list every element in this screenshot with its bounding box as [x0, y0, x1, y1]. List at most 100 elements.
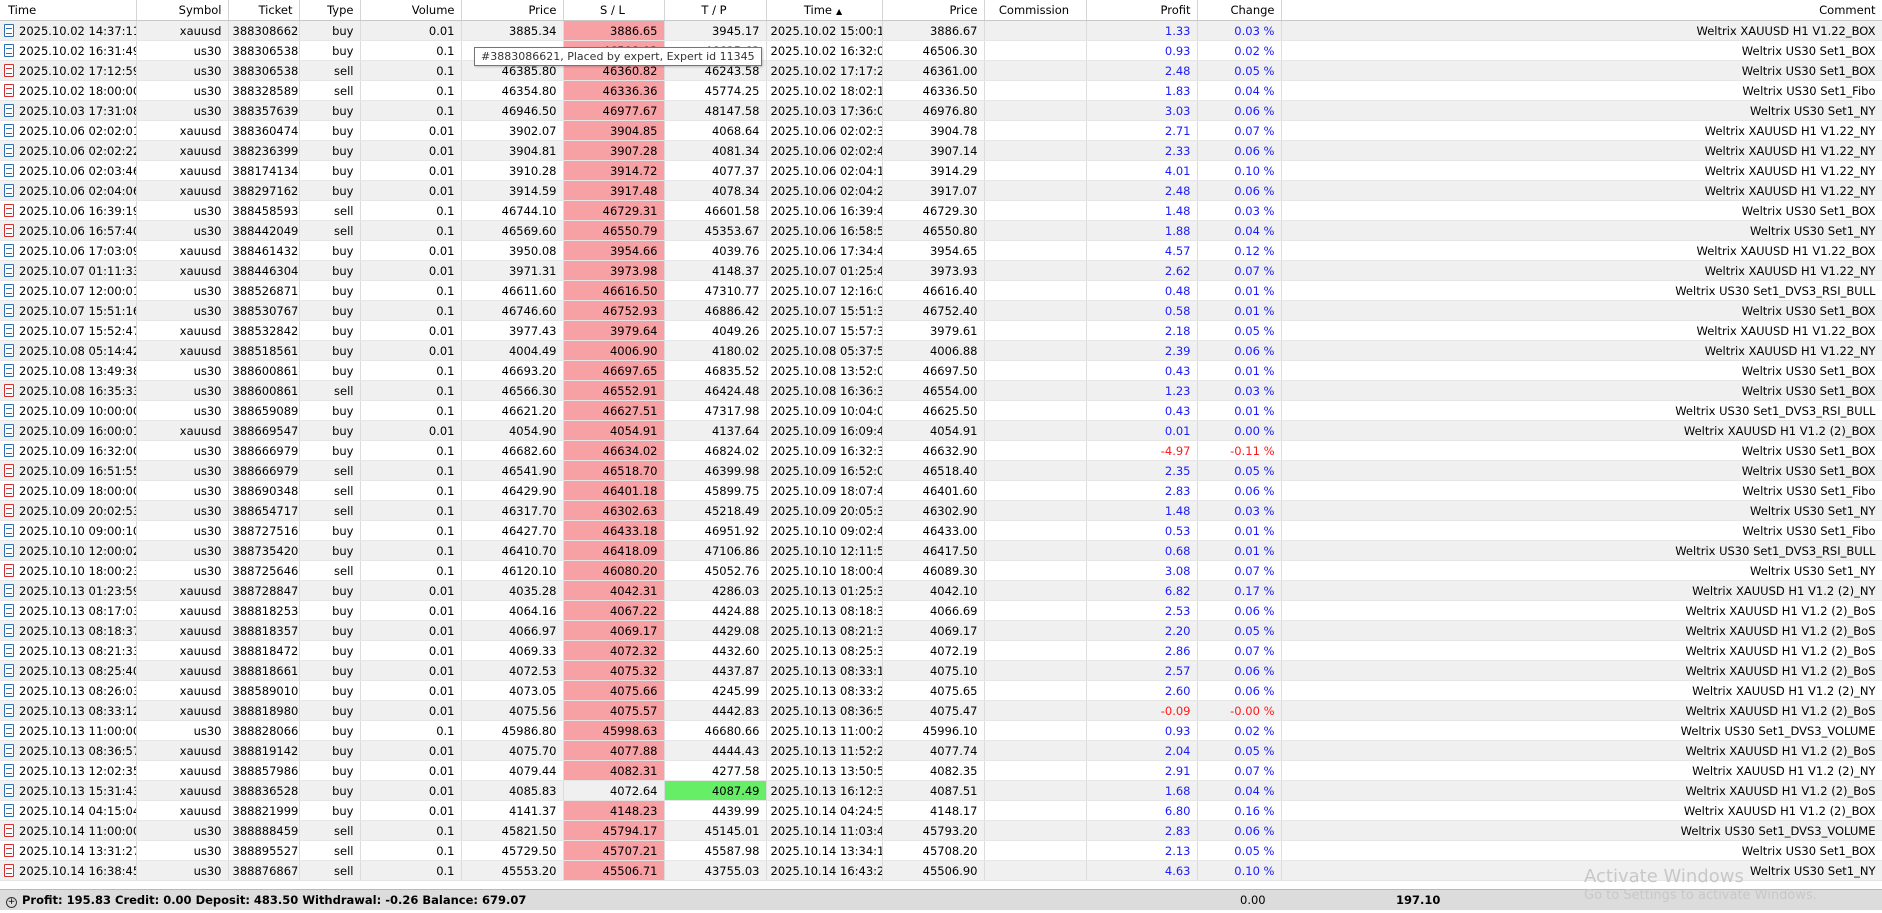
cell-close-price: 46401.60: [882, 480, 985, 501]
table-row[interactable]: 2025.10.13 08:21:33 xauusd 3888184728 buy 0.…: [0, 640, 1882, 661]
cell-stop-loss: 45506.71: [563, 860, 665, 881]
table-row[interactable]: 2025.10.14 04:15:04 xauusd 3888219995 buy 0.…: [0, 800, 1882, 821]
cell-change: 0.00 %: [1197, 420, 1282, 441]
column-header-change[interactable]: Change: [1197, 0, 1282, 21]
buy-deal-icon: [4, 643, 14, 657]
table-row[interactable]: 2025.10.13 08:18:37 xauusd 3888183576 buy 0.…: [0, 620, 1882, 641]
table-row[interactable]: 2025.10.02 17:12:59 us30 3883065385 sell 0.1…: [0, 60, 1882, 81]
table-row[interactable]: 2025.10.07 15:51:16 us30 3885307675 buy 0.1 4…: [0, 300, 1882, 321]
table-row[interactable]: 2025.10.07 15:52:47 xauusd 3885328421 buy 0.…: [0, 320, 1882, 341]
table-row[interactable]: 2025.10.09 10:00:00 us30 3886590897 buy 0.1 4…: [0, 400, 1882, 421]
cell-type: buy: [299, 580, 361, 601]
table-row[interactable]: 2025.10.07 12:00:01 us30 3885268713 buy 0.1 4…: [0, 280, 1882, 301]
table-row[interactable]: 2025.10.02 16:31:49us303883065384buy0.1 4…: [0, 40, 1882, 61]
cell-open-price: 46746.60: [461, 300, 564, 321]
column-header-close-time[interactable]: Time ▲: [766, 0, 883, 21]
cell-open-time: 2025.10.09 10:00:00: [0, 400, 137, 421]
commission-total: 0.00: [1240, 893, 1266, 907]
table-row[interactable]: 2025.10.10 09:00:10 us30 3887275162 buy 0.1 4…: [0, 520, 1882, 541]
cell-symbol: xauusd: [136, 600, 229, 621]
table-row[interactable]: 2025.10.06 16:57:40 us30 3884420497 sell 0.1…: [0, 220, 1882, 241]
column-header-symbol[interactable]: Symbol: [136, 0, 229, 21]
table-row[interactable]: 2025.10.08 13:49:38 us30 3886008614 buy 0.1 4…: [0, 360, 1882, 381]
cell-open-time-text: 2025.10.02 16:31:49: [19, 43, 136, 58]
cell-open-time: 2025.10.10 12:00:02: [0, 540, 137, 561]
table-row[interactable]: 2025.10.09 16:51:55 us30 3886669799 sell 0.1…: [0, 460, 1882, 481]
table-row[interactable]: 2025.10.06 02:02:22 xauusd 3882363998 buy 0.…: [0, 140, 1882, 161]
table-row[interactable]: 2025.10.13 15:31:43 xauusd 3888365282 buy 0.…: [0, 780, 1882, 801]
column-header-price[interactable]: Price: [461, 0, 564, 21]
cell-change: 0.01 %: [1197, 360, 1282, 381]
table-row[interactable]: 2025.10.03 17:31:08 us30 3883576398 buy 0.1 4…: [0, 100, 1882, 121]
table-row[interactable]: 2025.10.06 17:03:09 xauusd 3884614326 buy 0.…: [0, 240, 1882, 261]
column-header-ticket[interactable]: Ticket: [228, 0, 300, 21]
column-header-volume[interactable]: Volume: [360, 0, 462, 21]
cell-commission: [984, 640, 1087, 661]
table-row[interactable]: 2025.10.06 02:04:06 xauusd 3882971625 buy 0.…: [0, 180, 1882, 201]
column-header-type[interactable]: Type: [299, 0, 361, 21]
table-row[interactable]: 2025.10.13 08:25:40 xauusd 3888186616 buy 0.…: [0, 660, 1882, 681]
expand-plus-icon[interactable]: +: [6, 897, 17, 908]
cell-take-profit: 4432.60: [664, 640, 767, 661]
table-row[interactable]: 2025.10.02 14:37:11 xauusd 3883086621 buy 0.…: [0, 20, 1882, 41]
cell-open-time: 2025.10.13 08:21:33: [0, 640, 137, 661]
table-row[interactable]: 2025.10.09 16:00:01 xauusd 3886695473 buy 0.…: [0, 420, 1882, 441]
cell-change: 0.04 %: [1197, 220, 1282, 241]
cell-commission: [984, 340, 1087, 361]
cell-open-price: 45821.50: [461, 820, 564, 841]
column-header-comment[interactable]: Comment: [1281, 0, 1882, 21]
column-header-tp[interactable]: T / P: [664, 0, 767, 21]
table-row[interactable]: 2025.10.14 11:00:00 us30 3888884592 sell 0.1…: [0, 820, 1882, 841]
cell-volume: 0.01: [360, 140, 462, 161]
cell-open-price: 46744.10: [461, 200, 564, 221]
table-row[interactable]: 2025.10.07 01:11:33 xauusd 3884463049 buy 0.…: [0, 260, 1882, 281]
table-row[interactable]: 2025.10.13 08:17:03 xauusd 3888182532 buy 0.…: [0, 600, 1882, 621]
cell-open-time-text: 2025.10.03 17:31:08: [19, 103, 136, 118]
cell-open-time-text: 2025.10.13 11:00:00: [19, 723, 136, 738]
table-row[interactable]: 2025.10.13 08:26:03 xauusd 3885890109 buy 0.…: [0, 680, 1882, 701]
table-row[interactable]: 2025.10.13 01:23:59 xauusd 3887288475 buy 0.…: [0, 580, 1882, 601]
cell-comment: Weltrix US30 Set1_NY: [1281, 220, 1882, 241]
cell-open-price: 46566.30: [461, 380, 564, 401]
cell-ticket: 3881741348: [228, 160, 300, 181]
cell-symbol: us30: [136, 460, 229, 481]
table-row[interactable]: 2025.10.13 08:36:57 xauusd 3888191428 buy 0.…: [0, 740, 1882, 761]
column-header-profit[interactable]: Profit: [1086, 0, 1198, 21]
table-row[interactable]: 2025.10.08 05:14:42 xauusd 3885185617 buy 0.…: [0, 340, 1882, 361]
table-row[interactable]: 2025.10.13 12:02:35 xauusd 3888579861 buy 0.…: [0, 760, 1882, 781]
table-row[interactable]: 2025.10.14 13:31:27 us30 3888955271 sell 0.1…: [0, 840, 1882, 861]
column-header-sl[interactable]: S / L: [563, 0, 665, 21]
cell-open-time-text: 2025.10.14 16:38:45: [19, 863, 136, 878]
table-row[interactable]: 2025.10.06 16:39:19 us30 3884585932 sell 0.1…: [0, 200, 1882, 221]
buy-deal-icon: [4, 143, 14, 157]
table-row[interactable]: 2025.10.09 18:00:00 us30 3886903484 sell 0.1…: [0, 480, 1882, 501]
cell-commission: [984, 700, 1087, 721]
table-row[interactable]: 2025.10.08 16:35:33 us30 3886008618 sell 0.1…: [0, 380, 1882, 401]
cell-change: 0.16 %: [1197, 800, 1282, 821]
table-row[interactable]: 2025.10.13 08:33:12 xauusd 3888189802 buy 0.…: [0, 700, 1882, 721]
column-header-commission[interactable]: Commission: [984, 0, 1087, 21]
table-row[interactable]: 2025.10.10 12:00:02 us30 3887354206 buy 0.1 4…: [0, 540, 1882, 561]
cell-close-time: 2025.10.09 16:09:48: [766, 420, 883, 441]
cell-type: buy: [299, 160, 361, 181]
table-row[interactable]: 2025.10.10 18:00:23 us30 3887256464 sell 0.1…: [0, 560, 1882, 581]
cell-symbol: us30: [136, 220, 229, 241]
table-row[interactable]: 2025.10.02 18:00:00 us30 3883285899 sell 0.1…: [0, 80, 1882, 101]
cell-open-time: 2025.10.14 16:38:45: [0, 860, 137, 881]
table-row[interactable]: 2025.10.09 16:32:00 us30 3886669798 buy 0.1 4…: [0, 440, 1882, 461]
table-row[interactable]: 2025.10.14 16:38:45 us30 3888768679 sell 0.1…: [0, 860, 1882, 881]
table-row[interactable]: 2025.10.06 02:03:46 xauusd 3881741348 buy 0.…: [0, 160, 1882, 181]
cell-open-time-text: 2025.10.02 14:37:11: [19, 23, 136, 38]
buy-deal-icon: [4, 783, 14, 797]
sell-deal-icon: [4, 843, 14, 857]
cell-close-price: 4072.19: [882, 640, 985, 661]
cell-open-time: 2025.10.02 17:12:59: [0, 60, 137, 81]
table-row[interactable]: 2025.10.09 20:02:53 us30 3886547178 sell 0.1…: [0, 500, 1882, 521]
table-row[interactable]: 2025.10.06 02:02:01 xauusd 3883604741 buy 0.…: [0, 120, 1882, 141]
buy-deal-icon: [4, 283, 14, 297]
cell-open-price: 46429.90: [461, 480, 564, 501]
table-row[interactable]: 2025.10.13 11:00:00 us30 3888280661 buy 0.1 4…: [0, 720, 1882, 741]
column-header-time[interactable]: Time: [0, 0, 137, 21]
column-header-close-price[interactable]: Price: [882, 0, 985, 21]
cell-ticket: 3886903484: [228, 480, 300, 501]
